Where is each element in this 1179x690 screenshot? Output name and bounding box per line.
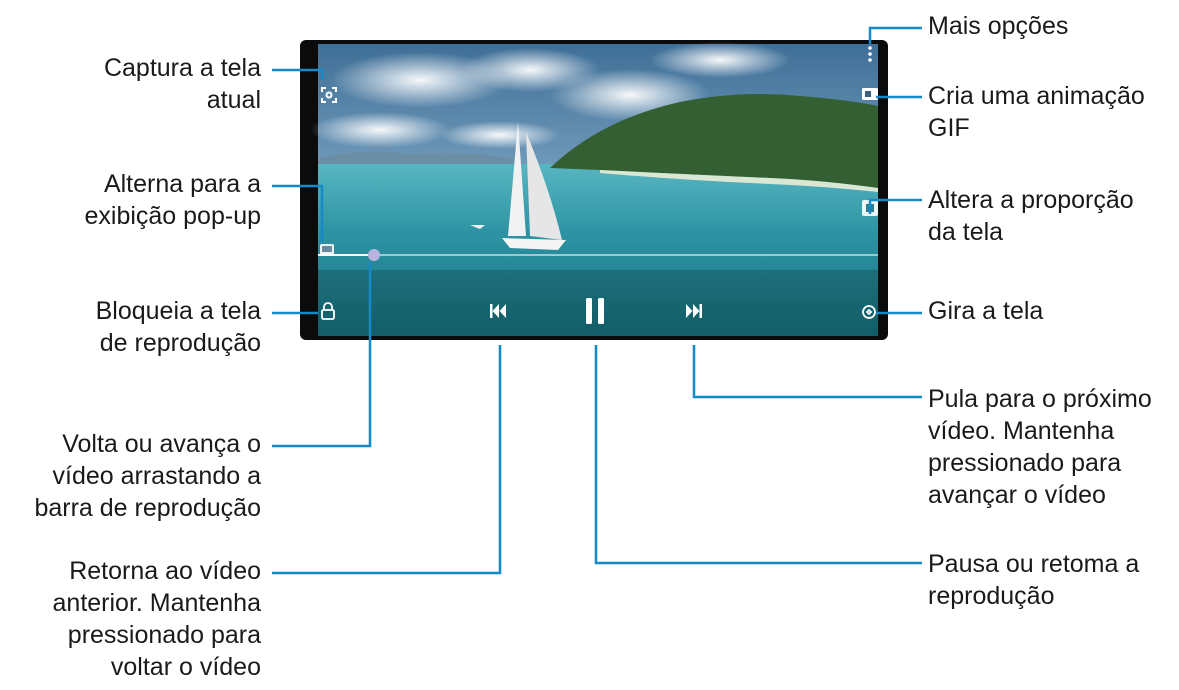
callout-next: Pula para o próximo vídeo. Mantenha pressi… (928, 385, 1152, 509)
callout-previous: Retorna ao vídeo anterior. Mantenha pressi… (52, 557, 261, 681)
leader-ratio (868, 198, 922, 214)
callout-seek: Volta ou avança o vídeo arrastando a barra… (34, 430, 261, 522)
callout-pause: Pausa ou retoma a reprodução (928, 550, 1140, 610)
callout-more-options: Mais opções (928, 12, 1069, 40)
leader-previous (272, 345, 502, 575)
callout-rotate: Gira a tela (928, 297, 1044, 325)
leader-screenshot (272, 68, 324, 80)
callout-lock: Bloqueia a tela de reprodução (95, 297, 261, 357)
callout-popup: Alterna para a exibição pop-up (84, 170, 261, 230)
leader-pause (594, 345, 922, 565)
callout-gif: Cria uma animação GIF (928, 82, 1145, 142)
callout-ratio: Altera a proporção da tela (928, 186, 1134, 246)
leader-seek (272, 262, 372, 448)
callout-screenshot: Captura a tela atual (103, 54, 261, 114)
leader-next (692, 345, 922, 399)
leader-more (868, 26, 922, 44)
leader-popup (272, 184, 324, 242)
